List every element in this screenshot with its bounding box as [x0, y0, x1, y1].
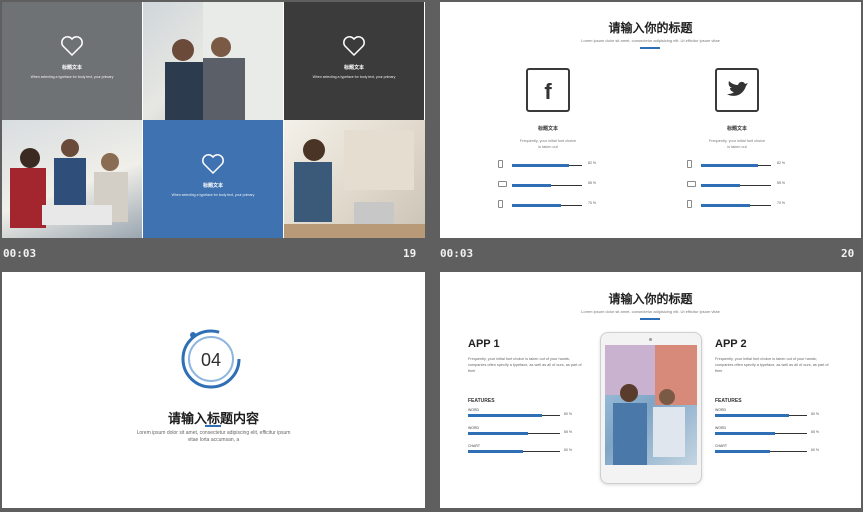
bar-value: 70 %	[777, 201, 785, 205]
feature-label: CHART	[715, 444, 727, 448]
slide-subtitle: Lorem ipsum dolor sit amet, consectetur …	[581, 309, 720, 314]
feature-bar: WORD 65 %	[468, 426, 572, 438]
team-meeting-photo	[143, 2, 283, 120]
app-description: Frequently, your initial font choice is …	[468, 357, 582, 373]
tablet-mockup	[600, 332, 702, 484]
device-bar-phone: 82 %	[498, 160, 598, 170]
dark-feature-tile: 标题文本 When selecting a typeface for body …	[284, 2, 424, 120]
bar-value: 82 %	[588, 161, 596, 165]
feature-value: 60 %	[564, 448, 572, 452]
facebook-icon-box: f	[526, 68, 570, 112]
slide-number: 20	[841, 247, 855, 260]
gray-feature-tile: 标题文本 When selecting a typeface for body …	[2, 2, 142, 120]
slide-thumbnail-apps[interactable]: 请输入你的标题 Lorem ipsum dolor sit amet, cons…	[440, 272, 861, 508]
feature-value: 80 %	[811, 412, 819, 416]
camera-dot	[649, 338, 652, 341]
features-heading: FEATURES	[468, 398, 495, 404]
section-number-badge: 04	[181, 329, 241, 389]
slide-title: 请输入你的标题	[608, 21, 693, 35]
tablet-icon	[498, 200, 503, 208]
device-bar-laptop: 55 %	[687, 180, 787, 190]
tile-description: When selecting a typeface for body text,…	[30, 75, 114, 79]
feature-bar: WORD 80 %	[715, 408, 819, 420]
device-bar-laptop: 55 %	[498, 180, 598, 190]
slide-title: 请输入你的标题	[608, 292, 693, 306]
bar-value: 82 %	[777, 161, 785, 165]
facebook-icon: f	[544, 79, 552, 104]
office-desk-photo	[284, 120, 425, 238]
bar-value: 55 %	[777, 181, 785, 185]
feature-value: 65 %	[564, 430, 572, 434]
feature-label: CHART	[468, 444, 480, 448]
title-underline	[640, 318, 660, 320]
feature-label: WORD	[715, 408, 727, 412]
feature-bar: WORD 65 %	[715, 426, 819, 438]
bar-value: 55 %	[588, 181, 596, 185]
svg-text:f: f	[544, 79, 552, 104]
heart-icon	[61, 36, 83, 57]
app-title: APP 2	[715, 338, 747, 350]
blue-feature-tile: 标题文本 When selecting a typeface for body …	[143, 120, 283, 238]
app-title: APP 1	[468, 338, 500, 350]
device-bar-tablet: 70 %	[498, 200, 598, 210]
slide-thumbnail-20[interactable]: 请输入你的标题 Lorem ipsum dolor sit amet, cons…	[440, 2, 861, 238]
laptop-icon	[687, 181, 696, 187]
phone-icon	[498, 160, 503, 168]
tile-description: When selecting a typeface for body text,…	[312, 75, 396, 79]
tile-title: 标题文本	[61, 65, 82, 71]
feature-value: 65 %	[811, 430, 819, 434]
section-number: 04	[201, 350, 221, 370]
laptop-icon	[498, 181, 507, 187]
twitter-icon	[727, 81, 748, 96]
office-photo-shapes	[284, 130, 425, 238]
slide-subtitle: Lorem ipsum dolor sit amet, consectetur …	[581, 38, 720, 43]
device-bar-tablet: 70 %	[687, 200, 787, 210]
column-description: Frequently, your initial font choice is …	[708, 139, 766, 149]
feature-bar: CHART 60 %	[468, 444, 572, 456]
features-heading: FEATURES	[715, 398, 742, 404]
tile-description: When selecting a typeface for body text,…	[171, 193, 255, 197]
meeting-photo-shapes	[165, 2, 283, 120]
column-description: Frequently, your initial font choice is …	[519, 139, 577, 149]
tile-title: 标题文本	[202, 183, 223, 189]
heart-icon	[343, 36, 365, 57]
tablet-screen-photo	[605, 345, 697, 465]
slide-duration: 00:03	[440, 247, 474, 260]
column-title: 标题文本	[537, 126, 558, 132]
twitter-icon-box	[715, 68, 759, 112]
feature-label: WORD	[468, 408, 480, 412]
heart-icon	[202, 154, 224, 175]
slide-thumbnail-section[interactable]: 04 请输入标题内容 Lorem ipsum dolor sit amet, c…	[2, 272, 425, 508]
feature-bar: CHART 60 %	[715, 444, 819, 456]
device-bar-phone: 82 %	[687, 160, 787, 170]
bar-value: 70 %	[588, 201, 596, 205]
feature-label: WORD	[468, 426, 480, 430]
group-photo-shapes	[10, 139, 128, 228]
section-description: Lorem ipsum dolor sit amet, consectetur …	[136, 430, 291, 443]
feature-bar: WORD 80 %	[468, 408, 572, 420]
feature-label: WORD	[715, 426, 727, 430]
feature-value: 80 %	[564, 412, 572, 416]
slide-duration: 00:03	[3, 247, 37, 260]
tablet-icon	[687, 200, 692, 208]
title-underline	[205, 425, 221, 427]
slide-thumbnail-19[interactable]: 标题文本 When selecting a typeface for body …	[2, 2, 425, 238]
slide-number: 19	[403, 247, 417, 260]
phone-icon	[687, 160, 692, 168]
tablet-photo-shapes	[605, 345, 697, 465]
column-title: 标题文本	[726, 126, 747, 132]
title-underline	[640, 47, 660, 49]
feature-value: 60 %	[811, 448, 819, 452]
tile-title: 标题文本	[343, 65, 364, 71]
group-laptop-photo	[2, 120, 142, 238]
app-description: Frequently, your initial font choice is …	[715, 357, 829, 373]
